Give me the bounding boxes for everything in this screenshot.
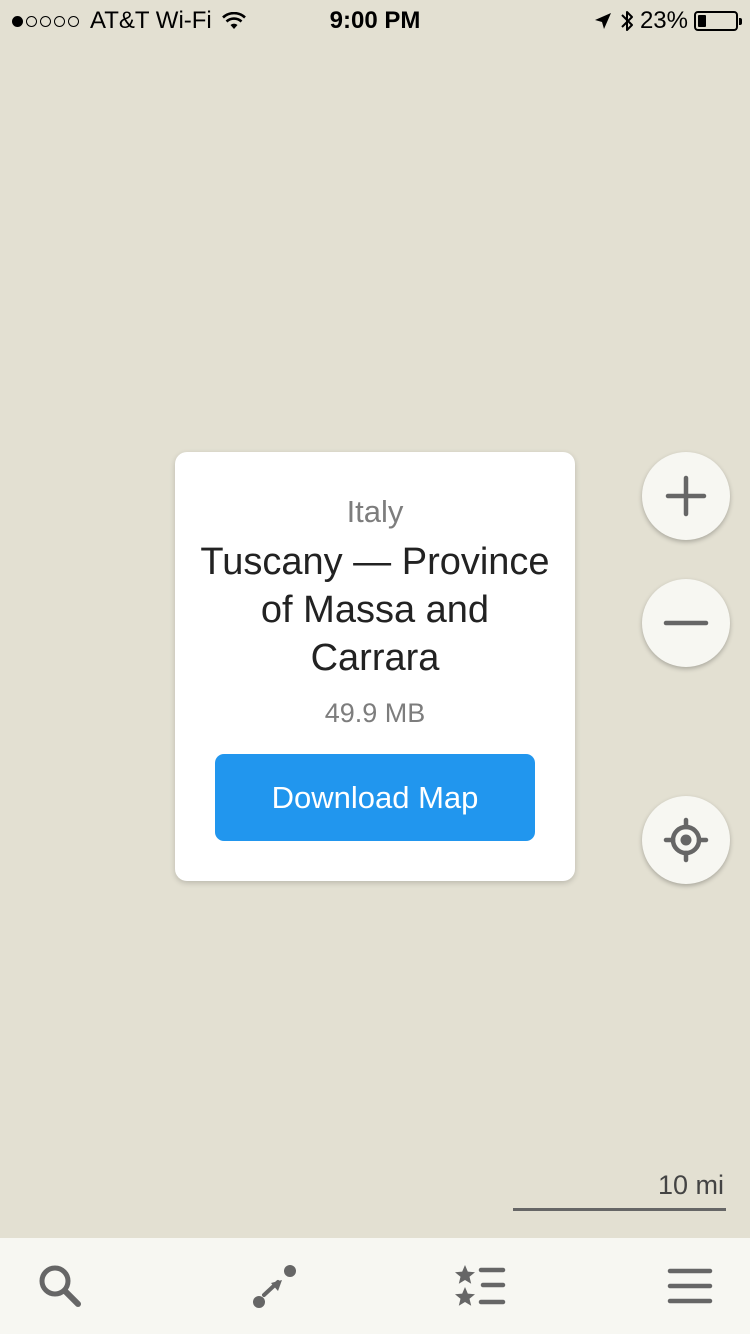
region-title: Tuscany — Province of Massa and Carrara (200, 541, 550, 679)
battery-level (698, 15, 706, 27)
bluetooth-icon (621, 11, 633, 31)
country-label: Italy (346, 494, 404, 529)
map-size-label: 49.9 MB (324, 698, 426, 728)
battery-percentage: 23% (639, 7, 688, 34)
minus-icon (663, 620, 709, 626)
bottom-tab-bar (0, 1238, 750, 1334)
tab-route[interactable] (227, 1238, 323, 1334)
tab-search[interactable] (12, 1238, 108, 1334)
plus-icon (665, 475, 707, 517)
map-scale-label: 10 mi (657, 1170, 724, 1200)
location-arrow-icon (594, 13, 611, 29)
status-bar: AT&T Wi-Fi 9:00 PM 23% (0, 0, 750, 40)
zoom-out-button[interactable] (642, 579, 730, 667)
map-scale-bar (513, 1208, 726, 1211)
tab-bookmarks[interactable] (433, 1238, 529, 1334)
menu-icon (667, 1268, 713, 1304)
my-location-button[interactable] (642, 796, 730, 884)
download-map-card: Italy Tuscany — Province of Massa and Ca… (175, 452, 575, 881)
battery-icon (694, 11, 742, 31)
zoom-in-button[interactable] (642, 452, 730, 540)
download-map-button[interactable]: Download Map (215, 754, 535, 841)
search-icon (39, 1265, 81, 1307)
crosshair-icon (663, 817, 709, 863)
bookmarks-icon (455, 1265, 506, 1306)
route-icon (253, 1265, 296, 1308)
status-right: 23% (594, 7, 742, 35)
tab-menu[interactable] (642, 1238, 738, 1334)
